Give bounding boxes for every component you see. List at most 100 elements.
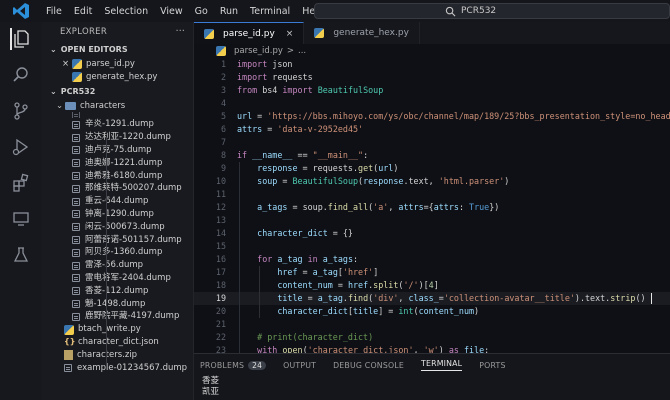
list-item-partial <box>42 112 193 119</box>
open-editor-item[interactable]: generate_hex.py <box>42 71 193 84</box>
tab-problems[interactable]: PROBLEMS 24 <box>200 360 267 370</box>
project-header[interactable]: ⌄ PCR532 <box>42 84 193 100</box>
list-item[interactable]: 阿蕾奇诺-501157.dump <box>42 234 193 247</box>
tab-terminal[interactable]: TERMINAL <box>420 359 463 371</box>
remote-explorer-activity[interactable] <box>10 208 32 230</box>
extensions-activity[interactable] <box>10 172 32 194</box>
bottom-panel: PROBLEMS 24 OUTPUT DEBUG CONSOLE TERMINAL… <box>194 353 670 400</box>
list-item[interactable]: 迪卢克-75.dump <box>42 144 193 157</box>
remote-explorer-icon <box>13 212 29 226</box>
list-item[interactable]: 香菱-112.dump <box>42 285 193 298</box>
tab-generate-hex[interactable]: generate_hex.py <box>304 22 420 44</box>
vscode-logo-icon <box>12 2 30 20</box>
tab-problems-label: PROBLEMS <box>200 360 245 370</box>
list-item[interactable]: 重云-644.dump <box>42 195 193 208</box>
code-text: response = requests.get(url) <box>257 163 399 174</box>
zip-file-icon <box>64 350 73 361</box>
tab-debug-console[interactable]: DEBUG CONSOLE <box>333 361 404 370</box>
open-editor-item[interactable]: × parse_id.py <box>42 58 193 71</box>
list-item[interactable]: 鹿野院平藏-4197.dump <box>42 310 193 323</box>
terminal-output[interactable]: 香菱 凯亚 <box>194 376 670 398</box>
list-item[interactable]: example-01234567.dump <box>42 362 193 375</box>
list-item[interactable]: btach_write.py <box>42 323 193 336</box>
code-text: attrs = 'data-v-2952ed45' <box>237 124 364 135</box>
folder-characters[interactable]: ⌄ characters <box>42 100 193 113</box>
chevron-down-icon: ⌄ <box>50 86 57 96</box>
line-number: 19 <box>215 293 226 304</box>
menu-view[interactable]: View <box>154 6 189 17</box>
code-line: 16 for a_tag in a_tags: <box>194 253 670 266</box>
menu-selection[interactable]: Selection <box>98 6 154 17</box>
list-item[interactable]: 迪希雅-6180.dump <box>42 170 193 183</box>
list-item[interactable]: 魈-1498.dump <box>42 298 193 311</box>
search-activity[interactable] <box>10 64 32 86</box>
menu-terminal[interactable]: Terminal <box>244 6 296 17</box>
tab-ports[interactable]: PORTS <box>479 361 505 370</box>
list-item[interactable]: 雷泽-56.dump <box>42 259 193 272</box>
line-number: 8 <box>220 150 226 161</box>
file-label: 阿贝多-1360.dump <box>85 247 163 258</box>
list-item[interactable]: 闲云-500673.dump <box>42 221 193 234</box>
list-item[interactable]: 迪奥娜-1221.dump <box>42 157 193 170</box>
testing-activity[interactable] <box>10 244 32 266</box>
files-icon <box>14 30 29 48</box>
code-line: 10 soup = BeautifulSoup(response.text, '… <box>194 175 670 188</box>
code-line-current: 19 title = a_tag.find('div', class_='col… <box>194 292 670 305</box>
file-icon <box>72 159 80 168</box>
activity-bar <box>0 22 42 400</box>
file-icon <box>72 197 80 206</box>
breadcrumb-rest[interactable]: ... <box>298 46 306 56</box>
more-actions-icon[interactable]: ··· <box>175 26 185 37</box>
python-file-icon <box>64 324 74 335</box>
run-debug-activity[interactable] <box>10 136 32 158</box>
file-label: 迪奥娜-1221.dump <box>85 157 163 168</box>
menu-file[interactable]: File <box>40 6 68 17</box>
project-label: PCR532 <box>60 86 96 96</box>
file-label: 阿蕾奇诺-501157.dump <box>85 234 182 245</box>
menu-run[interactable]: Run <box>214 6 244 17</box>
problems-count-badge: 24 <box>248 360 267 370</box>
line-number: 23 <box>215 345 226 353</box>
line-number: 15 <box>215 241 226 252</box>
menu-edit[interactable]: Edit <box>68 6 98 17</box>
file-label: 迪希雅-6180.dump <box>85 170 163 181</box>
explorer-activity[interactable] <box>10 28 32 50</box>
line-number: 5 <box>220 111 226 122</box>
list-item[interactable]: {} character_dict.json <box>42 336 193 349</box>
breadcrumb-file[interactable]: parse_id.py <box>234 46 283 56</box>
list-item[interactable]: 阿贝多-1360.dump <box>42 246 193 259</box>
close-icon[interactable]: × <box>286 29 294 39</box>
close-icon[interactable]: × <box>62 58 72 71</box>
line-number: 14 <box>215 228 226 239</box>
list-item[interactable]: 辛炎-1291.dump <box>42 118 193 131</box>
list-item[interactable]: 雷电将军-2404.dump <box>42 272 193 285</box>
file-icon <box>64 363 72 372</box>
code-line: 12 a_tags = soup.find_all('a', attrs={at… <box>194 201 670 214</box>
tab-output[interactable]: OUTPUT <box>283 361 316 370</box>
file-label: 雷电将军-2404.dump <box>85 272 171 283</box>
code-line: 3 from bs4 import BeautifulSoup <box>194 84 670 97</box>
source-control-activity[interactable] <box>10 100 32 122</box>
menu-bar: File Edit Selection View Go Run Terminal… <box>40 6 330 17</box>
code-line: 7 <box>194 136 670 149</box>
open-editor-label: generate_hex.py <box>86 71 158 82</box>
command-center-search[interactable]: PCR532 <box>314 3 670 19</box>
menu-go[interactable]: Go <box>189 6 214 17</box>
code-text: # print(character_dict) <box>257 332 374 343</box>
file-icon <box>72 261 80 270</box>
flask-icon <box>13 247 29 262</box>
code-text: with open('character_dict.json', 'w') as… <box>257 345 490 353</box>
list-item[interactable]: 达达利亚-1220.dump <box>42 131 193 144</box>
code-line: 20 character_dict[title] = int(content_n… <box>194 305 670 318</box>
indent-guide <box>259 266 260 318</box>
open-editors-header[interactable]: ⌄ OPEN EDITORS <box>42 42 193 58</box>
list-item[interactable]: characters.zip <box>42 349 193 362</box>
line-number: 3 <box>220 85 226 96</box>
code-text: a_tags = soup.find_all('a', attrs={attrs… <box>257 202 500 213</box>
tab-parse-id[interactable]: parse_id.py × <box>194 22 305 44</box>
code-editor[interactable]: 1 import json 2 import requests 3 from bs4 … <box>194 57 670 353</box>
file-label: 重云-644.dump <box>85 196 149 207</box>
explorer-title: EXPLORER <box>60 27 108 37</box>
list-item[interactable]: 那维莱特-500207.dump <box>42 182 193 195</box>
list-item[interactable]: 钟离-1290.dump <box>42 208 193 221</box>
